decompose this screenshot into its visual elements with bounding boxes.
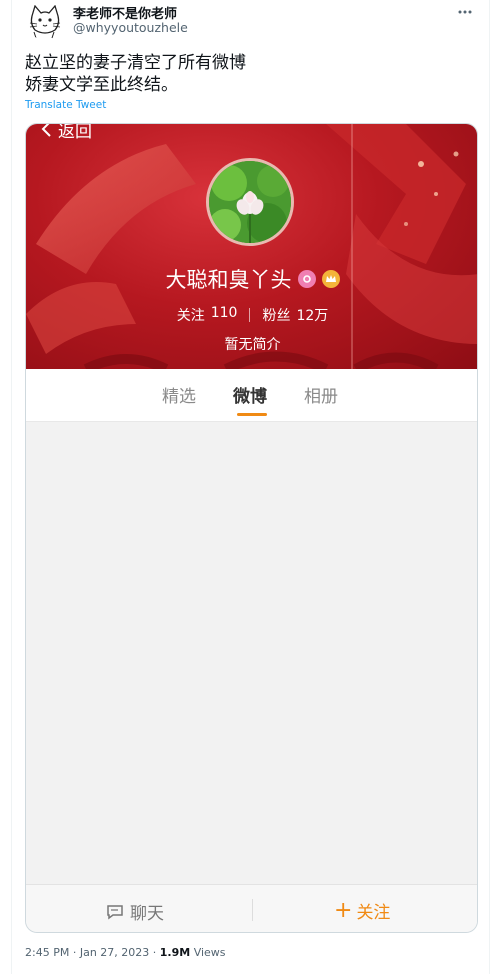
profile-tabs: 精选 微博 相册 (26, 369, 477, 422)
following-label: 关注 (176, 308, 205, 324)
chat-button[interactable]: 聊天 (106, 899, 164, 924)
tweet-time[interactable]: 2:45 PM (25, 946, 69, 959)
tweet-meta: 2:45 PM · Jan 27, 2023 · 1.9M Views (25, 946, 226, 959)
more-horizontal-icon[interactable] (455, 4, 475, 20)
views-count[interactable]: 1.9M (160, 946, 190, 959)
lotus-flower-icon (209, 161, 291, 243)
tweet-text: 赵立坚的妻子清空了所有微博 娇妻文学至此终结。 (25, 52, 246, 96)
author-handle[interactable]: @whyyoutouzhele (73, 20, 188, 35)
tweet-text-line: 娇妻文学至此终结。 (25, 75, 178, 95)
cat-sketch-avatar-icon (29, 4, 61, 39)
author-avatar[interactable] (26, 2, 64, 40)
profile-name: 大聪和臭丫头 (165, 268, 292, 292)
followers-label: 粉丝 (262, 308, 291, 324)
meta-separator: · (152, 946, 157, 959)
translate-tweet-link[interactable]: Translate Tweet (25, 99, 106, 111)
active-tab-indicator (237, 413, 267, 416)
profile-banner: 返回 大聪和臭丫头 关注 110 粉丝 12万 暂无简介 (26, 124, 477, 369)
tab-featured[interactable]: 精选 (162, 382, 196, 407)
profile-name-row: 大聪和臭丫头 (26, 264, 477, 294)
back-label: 返回 (58, 124, 92, 142)
tweet-media-image[interactable]: 返回 大聪和臭丫头 关注 110 粉丝 12万 暂无简介 精选 微博 相册 聊天… (25, 123, 478, 933)
follow-button[interactable]: + 关注 (334, 898, 390, 923)
stats-divider (249, 308, 251, 322)
empty-feed-area (26, 422, 477, 884)
following-stat[interactable]: 关注 110 (177, 305, 238, 325)
following-count: 110 (210, 305, 238, 321)
tweet-card: 李老师不是你老师 @whyyoutouzhele 赵立坚的妻子清空了所有微博 娇… (11, 0, 490, 974)
profile-stats: 关注 110 粉丝 12万 (26, 305, 477, 325)
plus-icon: + (334, 897, 353, 923)
followers-count: 12万 (296, 308, 329, 324)
chat-bubble-icon (107, 904, 123, 919)
profile-bio: 暂无简介 (224, 337, 281, 353)
meta-separator: · (72, 946, 77, 959)
tab-weibo[interactable]: 微博 (233, 382, 267, 407)
profile-avatar[interactable] (206, 158, 294, 246)
tweet-date[interactable]: Jan 27, 2023 (80, 946, 149, 959)
followers-stat[interactable]: 粉丝 12万 (262, 305, 328, 325)
back-button[interactable]: 返回 (40, 124, 92, 142)
chevron-left-icon (41, 124, 51, 137)
member-badge-icon (297, 270, 316, 288)
chat-label: 聊天 (130, 904, 164, 924)
action-bar-divider (252, 899, 253, 921)
views-label: Views (193, 946, 226, 959)
profile-action-bar: 聊天 + 关注 (26, 884, 477, 932)
crown-badge-icon (321, 270, 340, 288)
tab-album[interactable]: 相册 (304, 382, 338, 407)
tweet-text-line: 赵立坚的妻子清空了所有微博 (25, 53, 246, 73)
follow-label: 关注 (356, 903, 391, 923)
